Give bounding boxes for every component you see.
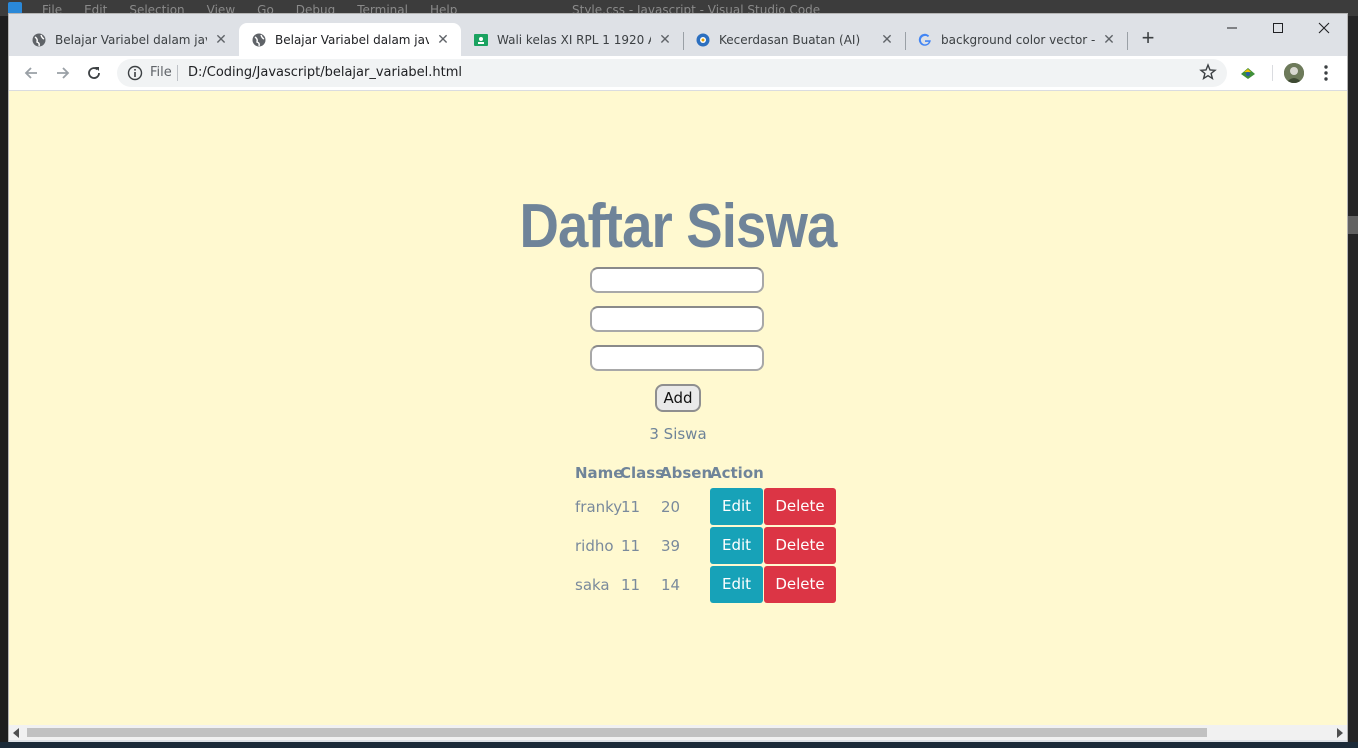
url-scheme: File <box>150 65 172 80</box>
vscode-side-panel <box>1348 16 1358 748</box>
scrollbar-thumb[interactable] <box>27 728 1207 737</box>
column-header-name: Name <box>575 464 624 482</box>
tab-label: Belajar Variabel dalam javascript <box>55 32 207 47</box>
delete-button[interactable]: Delete <box>764 488 836 525</box>
add-button[interactable]: Add <box>655 384 701 412</box>
forward-button[interactable] <box>51 61 75 85</box>
tab-belajar-variabel-2[interactable]: Belajar Variabel dalam javascript ✕ <box>239 23 461 56</box>
tab-label: Wali kelas XI RPL 1 1920 Achmad <box>497 32 651 47</box>
tab-separator <box>1127 32 1128 50</box>
extension-icon[interactable] <box>1239 64 1257 82</box>
info-icon[interactable] <box>127 65 143 81</box>
close-icon[interactable]: ✕ <box>879 32 895 48</box>
address-bar[interactable]: File D:/Coding/Javascript/belajar_variab… <box>117 59 1227 87</box>
absen-input[interactable] <box>590 345 764 371</box>
close-icon[interactable]: ✕ <box>657 32 673 48</box>
profile-avatar[interactable] <box>1284 63 1304 83</box>
globe-icon <box>31 32 47 48</box>
back-button[interactable] <box>19 61 43 85</box>
column-header-absen: Absen <box>660 464 713 482</box>
tab-kecerdasan-buatan[interactable]: Kecerdasan Buatan (AI) ✕ <box>683 23 905 56</box>
tab-belajar-variabel-1[interactable]: Belajar Variabel dalam javascript ✕ <box>19 23 239 56</box>
more-menu-icon[interactable] <box>1317 63 1335 83</box>
scroll-left-icon[interactable] <box>13 728 19 738</box>
cell-absen: 14 <box>661 576 681 594</box>
edit-button[interactable]: Edit <box>710 566 763 603</box>
edit-button[interactable]: Edit <box>710 488 763 525</box>
cell-class: 11 <box>621 576 641 594</box>
horizontal-scrollbar[interactable] <box>9 725 1347 740</box>
tab-label: Belajar Variabel dalam javascript <box>275 32 429 47</box>
url-text[interactable]: D:/Coding/Javascript/belajar_variabel.ht… <box>188 65 462 80</box>
close-icon[interactable]: ✕ <box>1101 32 1117 48</box>
tab-background-color[interactable]: background color vector - Penelusuran ✕ <box>905 23 1127 56</box>
bookmark-star-icon[interactable] <box>1199 63 1217 81</box>
close-window-button[interactable] <box>1301 18 1347 44</box>
google-icon <box>917 32 933 48</box>
cell-class: 11 <box>621 537 641 555</box>
cell-class: 11 <box>621 498 641 516</box>
cell-name: franky <box>575 498 623 516</box>
delete-button[interactable]: Delete <box>764 566 836 603</box>
delete-button[interactable]: Delete <box>764 527 836 564</box>
vscode-logo-icon <box>8 2 22 14</box>
class-input[interactable] <box>590 306 764 332</box>
cell-name: ridho <box>575 537 614 555</box>
tab-label: Kecerdasan Buatan (AI) <box>719 32 861 47</box>
classroom-icon <box>473 32 489 48</box>
url-divider <box>177 65 178 81</box>
scroll-right-icon[interactable] <box>1337 728 1343 738</box>
close-icon[interactable]: ✕ <box>435 32 451 48</box>
close-icon[interactable]: ✕ <box>213 32 229 48</box>
browser-toolbar: File D:/Coding/Javascript/belajar_variab… <box>9 56 1347 91</box>
taskbar <box>0 742 1358 748</box>
page-title: Daftar Siswa <box>519 192 838 261</box>
cell-name: saka <box>575 576 610 594</box>
edit-button[interactable]: Edit <box>710 527 763 564</box>
page-viewport: Daftar Siswa Add 3 Siswa Name Class Abse… <box>9 91 1347 725</box>
cell-absen: 20 <box>661 498 681 516</box>
vscode-scroll-mark <box>1348 216 1358 234</box>
column-header-class: Class <box>620 464 665 482</box>
reload-button[interactable] <box>82 61 106 85</box>
globe-icon <box>251 32 267 48</box>
tab-strip: Belajar Variabel dalam javascript ✕ Bela… <box>9 14 1347 56</box>
new-tab-button[interactable]: + <box>1136 27 1160 51</box>
site-icon <box>695 32 711 48</box>
column-header-action: Action <box>710 464 764 482</box>
toolbar-divider <box>1272 65 1273 81</box>
browser-window: Belajar Variabel dalam javascript ✕ Bela… <box>9 14 1347 742</box>
name-input[interactable] <box>590 267 764 293</box>
tab-wali-kelas[interactable]: Wali kelas XI RPL 1 1920 Achmad ✕ <box>461 23 683 56</box>
minimize-button[interactable] <box>1209 18 1255 44</box>
tab-label: background color vector - Penelusuran <box>941 32 1095 47</box>
cell-absen: 39 <box>661 537 681 555</box>
student-count: 3 Siswa <box>649 425 707 443</box>
maximize-button[interactable] <box>1255 18 1301 44</box>
